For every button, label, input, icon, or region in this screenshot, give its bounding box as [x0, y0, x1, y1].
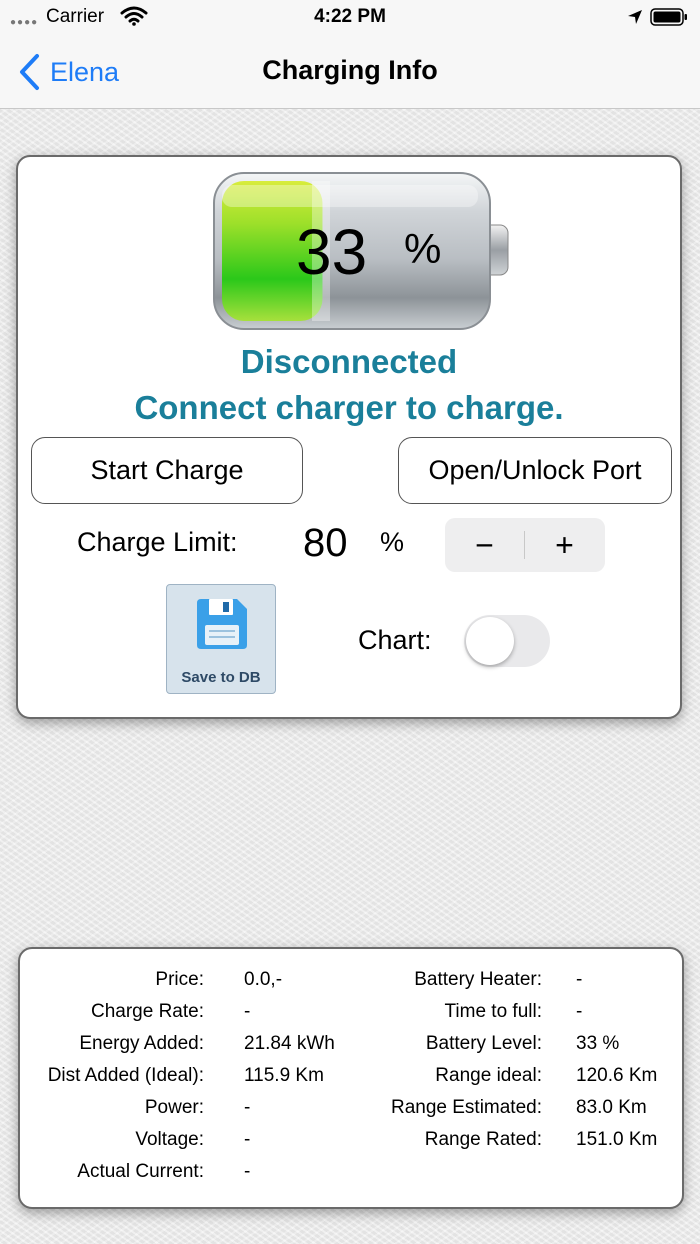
battery-status-icon — [650, 8, 687, 26]
battery-heater-label: Battery Heater: — [414, 969, 542, 990]
time-to-full-label: Time to full: — [444, 1001, 543, 1022]
charge-limit-value: 80 — [303, 521, 348, 565]
info-row: Price: 0.0,- Battery Heater: - — [20, 969, 682, 1001]
voltage-label: Voltage: — [135, 1129, 204, 1150]
chart-label: Chart: — [358, 625, 432, 655]
charge-limit-stepper: − + — [445, 518, 605, 572]
range-estimated-label: Range Estimated: — [390, 1097, 542, 1118]
chart-toggle[interactable] — [464, 615, 550, 667]
connection-hint: Connect charger to charge. — [134, 389, 564, 426]
actual-current-value: - — [244, 1161, 251, 1182]
decrement-button[interactable]: − — [445, 518, 524, 572]
connection-status: Disconnected — [240, 343, 458, 380]
info-row: Actual Current: - — [20, 1161, 682, 1193]
actual-current-label: Actual Current: — [77, 1161, 204, 1182]
start-charge-button[interactable]: Start Charge — [31, 437, 303, 504]
open-unlock-port-button[interactable]: Open/Unlock Port — [398, 437, 672, 504]
clock: 4:22 PM — [314, 6, 386, 27]
toggle-knob — [466, 617, 514, 665]
energy-added-label: Energy Added: — [79, 1033, 204, 1054]
increment-button[interactable]: + — [525, 518, 604, 572]
range-ideal-label: Range ideal: — [435, 1065, 542, 1086]
time-to-full-value: - — [576, 1001, 583, 1022]
floppy-disk-icon — [197, 599, 247, 649]
navigation-bar: Elena Charging Info — [0, 36, 700, 109]
info-row: Dist Added (Ideal): 115.9 Km Range ideal… — [20, 1065, 682, 1097]
range-estimated-value: 83.0 Km — [576, 1097, 647, 1118]
power-label: Power: — [144, 1097, 204, 1118]
charge-limit-label: Charge Limit: — [77, 527, 238, 557]
location-arrow-icon — [628, 10, 642, 24]
battery-level-value: 33 % — [576, 1033, 620, 1054]
charging-control-card: 33 % Disconnected Connect charger to cha… — [16, 155, 682, 719]
dist-added-label: Dist Added (Ideal): — [47, 1065, 204, 1086]
page-title: Charging Info — [262, 55, 438, 85]
info-row: Power: - Range Estimated: 83.0 Km — [20, 1097, 682, 1129]
info-row: Energy Added: 21.84 kWh Battery Level: 3… — [20, 1033, 682, 1065]
price-label: Price: — [155, 969, 204, 990]
charge-limit-unit: % — [380, 527, 405, 557]
battery-percent: 33 — [296, 216, 368, 288]
save-to-db-label: Save to DB — [181, 669, 261, 686]
status-bar: ●●●● Carrier 4:22 PM — [0, 0, 700, 36]
charging-details-card: Price: 0.0,- Battery Heater: - Charge Ra… — [18, 947, 684, 1209]
range-ideal-value: 120.6 Km — [576, 1065, 658, 1086]
battery-level-label: Battery Level: — [425, 1033, 542, 1054]
info-row: Charge Rate: - Time to full: - — [20, 1001, 682, 1033]
save-to-db-button[interactable]: Save to DB — [166, 584, 276, 694]
battery-heater-value: - — [576, 969, 583, 990]
info-row: Voltage: - Range Rated: 151.0 Km — [20, 1129, 682, 1161]
charge-rate-label: Charge Rate: — [90, 1001, 204, 1022]
range-rated-value: 151.0 Km — [576, 1129, 658, 1150]
range-rated-label: Range Rated: — [424, 1129, 542, 1150]
battery-percent-unit: % — [404, 225, 442, 272]
